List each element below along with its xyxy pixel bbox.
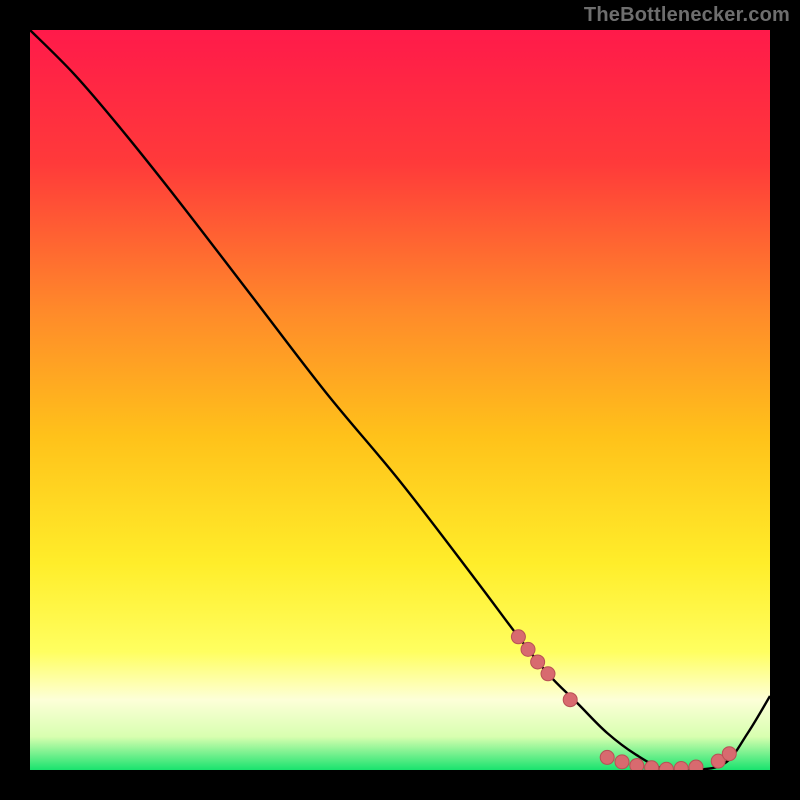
chart-frame: TheBottlenecker.com (0, 0, 800, 800)
marker-flat-c (689, 760, 703, 770)
marker-flat-c (630, 759, 644, 770)
marker-flat-c (615, 755, 629, 769)
marker-segment-a (541, 667, 555, 681)
attribution-watermark: TheBottlenecker.com (584, 4, 790, 27)
marker-segment-a (511, 630, 525, 644)
marker-segment-a (521, 642, 535, 656)
marker-segment-a (531, 655, 545, 669)
marker-flat-c (645, 761, 659, 770)
marker-segment-d (722, 747, 736, 761)
marker-flat-c (600, 750, 614, 764)
bottleneck-chart (30, 30, 770, 770)
marker-single-b (563, 693, 577, 707)
plot-area (30, 30, 770, 770)
gradient-background (30, 30, 770, 770)
